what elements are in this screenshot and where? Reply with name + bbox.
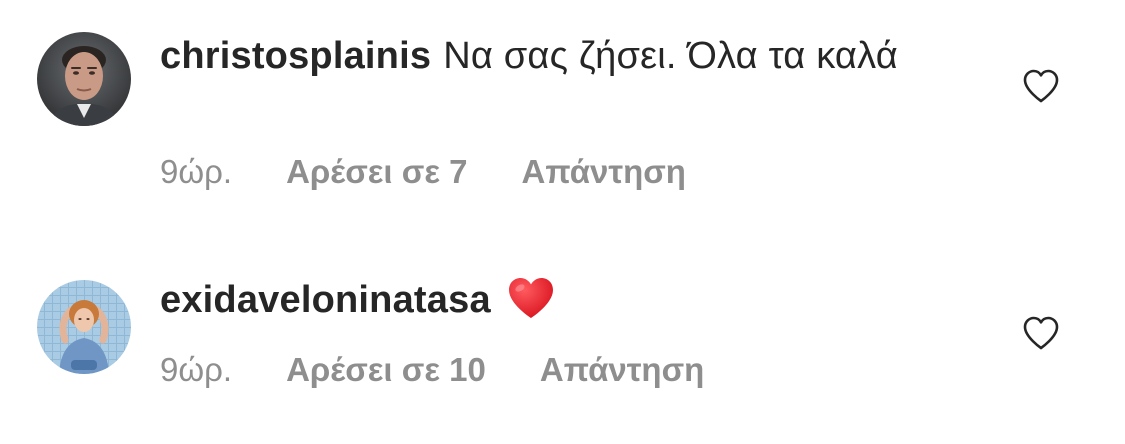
comment-username[interactable]: christosplainis <box>160 35 431 77</box>
avatar[interactable] <box>37 280 131 374</box>
comment-time: 9ώρ. <box>160 153 233 190</box>
red-heart-emoji <box>507 276 555 334</box>
avatar[interactable] <box>37 32 131 126</box>
comment-meta: 9ώρ. Αρέσει σε 7 Απάντηση <box>160 152 686 192</box>
comment-time: 9ώρ. <box>160 351 233 388</box>
comment-likes-button[interactable]: Αρέσει σε 7 <box>286 153 467 191</box>
comment-username[interactable]: exidaveloninatasa <box>160 279 491 321</box>
comment-meta: 9ώρ. Αρέσει σε 10 Απάντηση <box>160 350 704 390</box>
red-heart-icon <box>508 278 553 318</box>
heart-outline-icon <box>1023 316 1059 350</box>
like-button[interactable] <box>1022 315 1060 351</box>
comment-text: christosplainis Να σας ζήσει. Όλα τα καλά <box>160 30 960 82</box>
reply-button[interactable]: Απάντηση <box>522 153 686 191</box>
heart-outline-icon <box>1023 69 1059 103</box>
reply-button[interactable]: Απάντηση <box>540 351 704 389</box>
comment-item: christosplainis Να σας ζήσει. Όλα τα καλά… <box>0 0 1125 222</box>
profile-photo-icon <box>37 280 131 374</box>
comment-likes-button[interactable]: Αρέσει σε 10 <box>286 351 486 389</box>
comment-item: exidaveloninatasa 9ώρ. Αρέσει σε 10 Απάν… <box>0 222 1125 444</box>
profile-photo-icon <box>37 32 131 126</box>
comment-text: exidaveloninatasa <box>160 274 960 334</box>
comment-message: Να σας ζήσει. Όλα τα καλά <box>443 35 898 77</box>
like-button[interactable] <box>1022 68 1060 104</box>
